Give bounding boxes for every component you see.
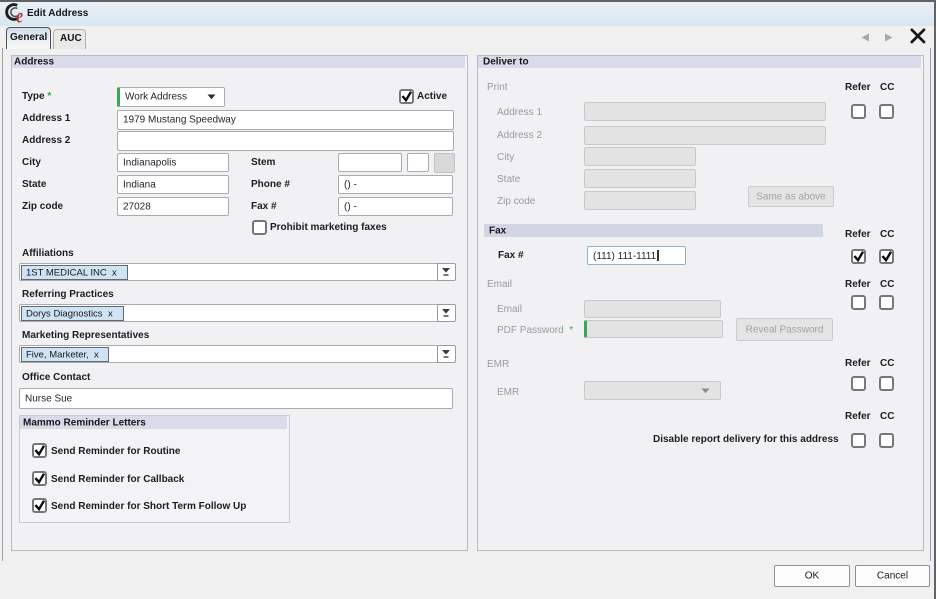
svg-text:e: e <box>16 4 23 24</box>
